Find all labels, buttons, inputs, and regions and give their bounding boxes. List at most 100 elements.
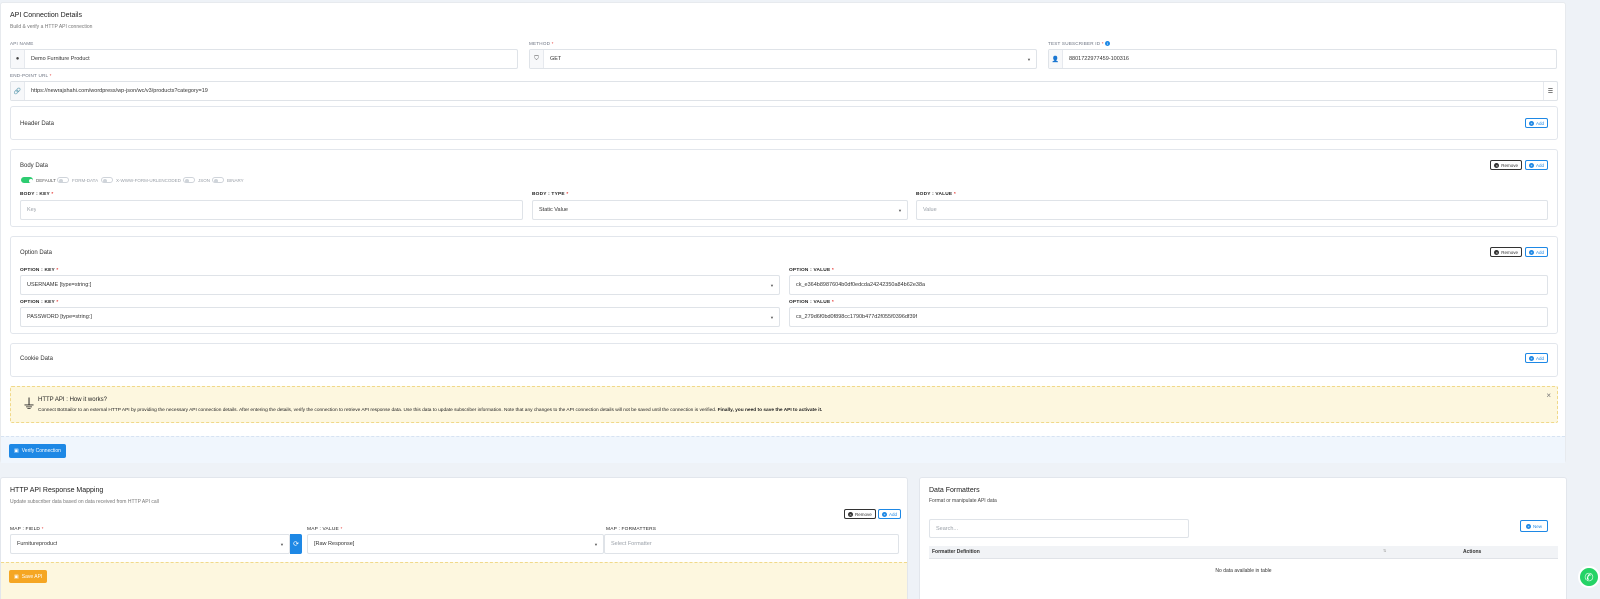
plug-icon: ⏚ — [22, 396, 36, 412]
body-value-input[interactable]: Value — [916, 200, 1548, 220]
page-title: API Connection Details — [10, 12, 82, 19]
plus-icon: + — [882, 511, 887, 517]
subscriber-label: TEST SUBSCRIBER ID * i — [1048, 41, 1111, 46]
toggle-default[interactable] — [21, 177, 33, 183]
page-subtitle: Build & verify a HTTP API connection — [10, 24, 93, 30]
toggle-binary[interactable] — [212, 177, 224, 183]
map-value-select[interactable]: [Raw Response] ▼ — [307, 534, 604, 554]
toggle-urlencoded[interactable] — [101, 177, 113, 183]
header-data-card: Header Data + Add — [10, 106, 1558, 140]
chevron-down-icon: ▼ — [594, 542, 598, 547]
info-title: HTTP API : How it works? — [38, 397, 107, 403]
formatters-search-input[interactable]: Search... — [929, 519, 1189, 538]
plus-icon: + — [1528, 355, 1534, 361]
link-icon: 🔗 — [11, 82, 25, 100]
save-bar — [1, 562, 907, 599]
info-icon[interactable]: i — [1105, 41, 1111, 46]
tag-icon: ● — [11, 50, 25, 68]
save-icon: ▣ — [14, 573, 19, 580]
api-connection-card: API Connection Details Build & verify a … — [0, 2, 1566, 463]
toggle-form-data[interactable] — [57, 177, 69, 183]
option-data-title: Option Data — [20, 250, 53, 256]
chevron-down-icon: ▼ — [770, 315, 774, 320]
verify-bar — [1, 436, 1565, 463]
whatsapp-button[interactable]: ✆ — [1578, 566, 1600, 588]
close-icon: × — [1494, 249, 1500, 255]
option-value-label-2: OPTION : VALUE * — [789, 300, 834, 305]
option-remove-button[interactable]: × Remove — [1490, 247, 1522, 257]
shield-icon: ⛉ — [530, 50, 544, 68]
map-value-label: MAP : VALUE * — [307, 527, 343, 532]
option-key-select-2[interactable]: PASSWORD [type=string:] ▼ — [20, 307, 780, 327]
option-key-label-1: OPTION : KEY * — [20, 268, 59, 273]
formatters-table-header: Formatter Definition ⇅ Actions — [929, 546, 1558, 559]
header-add-button[interactable]: + Add — [1524, 118, 1548, 128]
verify-connection-button[interactable]: ▣ Verify Connection — [9, 444, 66, 458]
toggle-default-label: DEFAULT — [36, 178, 56, 183]
close-icon: × — [848, 511, 853, 517]
method-select[interactable]: ⛉ GET ▼ — [529, 49, 1037, 69]
mapping-title: HTTP API Response Mapping — [10, 487, 104, 494]
save-api-button[interactable]: ▣ Save API — [9, 570, 48, 583]
body-value-label: BODY : VALUE * — [916, 192, 956, 197]
body-data-title: Body Data — [20, 163, 49, 169]
refresh-button[interactable]: ⟳ — [290, 534, 302, 554]
chevron-down-icon: ▼ — [1027, 57, 1031, 62]
cookie-data-title: Cookie Data — [20, 356, 54, 362]
whatsapp-icon: ✆ — [1584, 571, 1594, 584]
option-key-label-2: OPTION : KEY * — [20, 300, 59, 305]
endpoint-url-field[interactable]: 🔗 https://newrajshahi.com/wordpress/wp-j… — [10, 81, 1558, 101]
plus-icon: + — [1526, 523, 1531, 529]
option-data-card: Option Data × Remove + Add OPTION : KEY * … — [10, 236, 1558, 334]
formatters-subtitle: Format or manipulate API data — [929, 498, 997, 504]
body-remove-button[interactable]: × Remove — [1490, 160, 1522, 170]
sort-icon[interactable]: ⇅ — [1383, 548, 1386, 553]
option-value-input-1[interactable]: ck_e364b8987604b0df0edcda24242350a84b62e… — [789, 275, 1548, 295]
body-key-input[interactable]: Key — [20, 200, 523, 220]
data-formatters-card: Data Formatters Format or manipulate API… — [919, 477, 1567, 599]
toggle-binary-label: BINARY — [227, 178, 244, 183]
col-definition[interactable]: Formatter Definition — [932, 549, 980, 555]
chevron-down-icon: ▼ — [898, 208, 902, 213]
body-type-select[interactable]: Static Value ▼ — [532, 200, 908, 220]
toggle-json-label: JSON — [198, 178, 211, 183]
map-field-label: MAP : FIELD * — [10, 527, 44, 532]
user-icon: 👤 — [1049, 50, 1063, 68]
api-name-field[interactable]: ● Demo Furniture Product — [10, 49, 518, 69]
cookie-add-button[interactable]: + Add — [1524, 353, 1548, 363]
info-text: Connect BotSailor to an external HTTP AP… — [38, 408, 823, 413]
col-actions: Actions — [1463, 549, 1482, 555]
body-add-button[interactable]: + Add — [1524, 160, 1548, 170]
plus-icon: + — [1528, 249, 1534, 255]
mapping-add-button[interactable]: + Add — [878, 509, 902, 519]
plus-icon: + — [1528, 162, 1534, 168]
close-icon: × — [1494, 162, 1500, 168]
map-field-select[interactable]: Furnitureproduct ▼ — [10, 534, 290, 554]
list-icon[interactable]: ☰ — [1543, 82, 1557, 100]
map-formatter-select[interactable]: Select Formatter — [604, 534, 899, 554]
close-icon[interactable]: × — [1546, 391, 1551, 400]
chevron-down-icon: ▼ — [280, 542, 284, 547]
plus-icon: + — [1528, 120, 1534, 126]
option-value-input-2[interactable]: cs_279d6f0bd0f898cc1790b477d2f055f0396df… — [789, 307, 1548, 327]
header-data-title: Header Data — [20, 121, 55, 127]
cookie-data-card: Cookie Data + Add — [10, 343, 1558, 377]
mapping-remove-button[interactable]: × Remove — [844, 509, 876, 519]
endpoint-label: END-POINT URL * — [10, 73, 52, 78]
subscriber-id-field[interactable]: 👤 8801722977459-100316 — [1048, 49, 1557, 69]
api-name-label: API NAME — [10, 41, 34, 46]
new-formatter-button[interactable]: + New — [1520, 520, 1549, 532]
formatters-title: Data Formatters — [929, 487, 980, 494]
option-key-select-1[interactable]: USERNAME [type=string:] ▼ — [20, 275, 780, 295]
option-add-button[interactable]: + Add — [1524, 247, 1548, 257]
option-value-label-1: OPTION : VALUE * — [789, 268, 834, 273]
info-alert: ⏚ HTTP API : How it works? Connect BotSa… — [10, 386, 1558, 423]
body-type-label: BODY : TYPE * — [532, 192, 569, 197]
body-data-card: Body Data × Remove + Add DEFAULT FORM-DATA… — [10, 149, 1558, 227]
mapping-subtitle: Update subscriber data based on data rec… — [10, 499, 159, 505]
toggle-urlencoded-label: X-WWW-FORM-URLENCODED — [116, 178, 181, 183]
response-mapping-card: HTTP API Response Mapping Update subscri… — [0, 477, 908, 599]
method-label: METHOD * — [529, 41, 554, 46]
save-icon: ▣ — [14, 448, 19, 454]
toggle-json[interactable] — [183, 177, 195, 183]
